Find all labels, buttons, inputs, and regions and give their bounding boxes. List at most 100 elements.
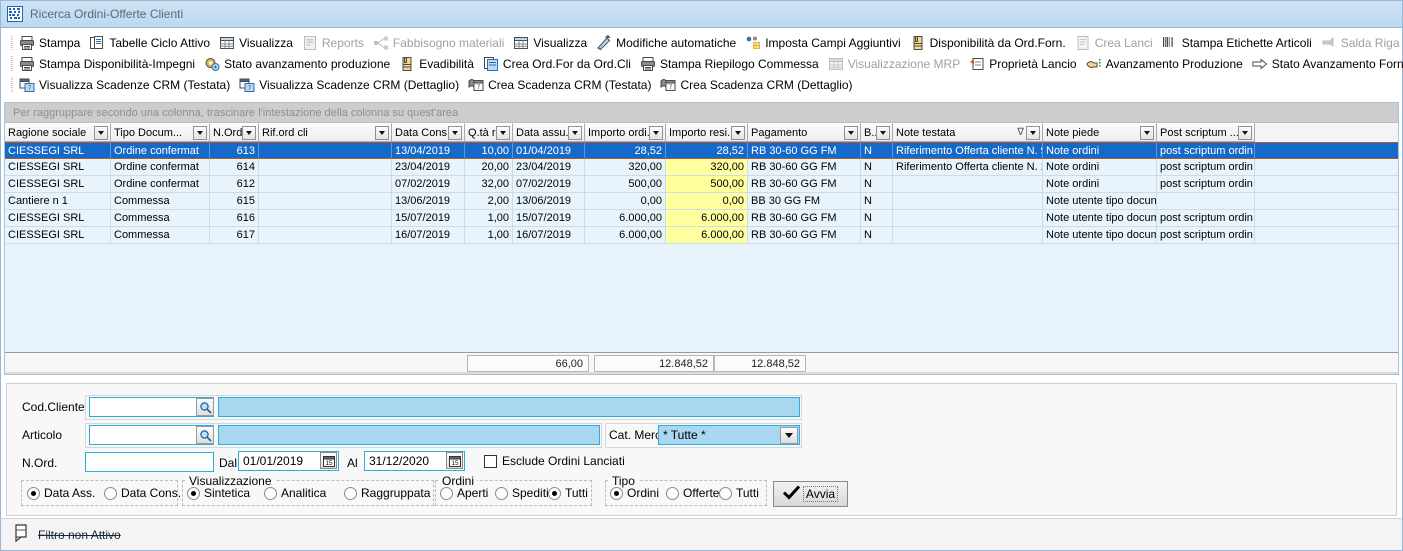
column-header-ragione-sociale[interactable]: Ragione sociale [5,123,111,142]
column-header-b[interactable]: B.. [861,123,893,142]
column-filter-dropdown-icon[interactable] [568,125,582,140]
column-header-importo-ordi[interactable]: Importo ordi... [585,123,666,142]
column-filter-dropdown-icon[interactable] [193,125,207,140]
cell-note-testata[interactable]: Riferimento Offerta cliente N. 12 [893,159,1043,175]
column-header-n-ord[interactable]: N.Ord. [210,123,259,142]
table-row[interactable]: CIESSEGI SRL Commessa 617 16/07/2019 1,00 16/… [5,227,1398,244]
column-header-post-scriptum[interactable]: Post scriptum ... [1157,123,1255,142]
cell-q-t-r[interactable]: 32,00 [465,176,513,192]
table-row[interactable]: CIESSEGI SRL Ordine confermat 614 23/04/201… [5,159,1398,176]
cell-post-scriptum[interactable]: post scriptum ordin [1157,176,1255,192]
cell-n-ord[interactable]: 616 [210,210,259,226]
toolbar-button-visualizza-scadenze-crm-testata[interactable]: 7 Visualizza Scadenze CRM (Testata) [19,77,230,93]
cell-data-cons[interactable]: 07/02/2019 [392,176,465,192]
radio-analitica[interactable]: Analitica [264,486,326,500]
column-filter-dropdown-icon[interactable] [1140,125,1154,140]
table-row[interactable]: CIESSEGI SRL Ordine confermat 612 07/02/201… [5,176,1398,193]
articolo-search-lookup-icon[interactable] [196,426,214,444]
toolbar-button-stampa-etichette-articoli[interactable]: Stampa Etichette Articoli [1162,35,1312,51]
radio-data-cons[interactable]: Data Cons. [104,486,181,500]
cell-post-scriptum[interactable] [1157,193,1255,209]
cell-note-piede[interactable]: Note utente tipo docum [1043,210,1157,226]
cell-rif-ord-cli[interactable] [259,159,392,175]
cell-data-assu[interactable]: 15/07/2019 [513,210,585,226]
table-row[interactable]: Cantiere n 1 Commessa 615 13/06/2019 2,00 13/… [5,193,1398,210]
radio-sintetica[interactable]: Sintetica [187,486,250,500]
cell-importo-ordi[interactable]: 28,52 [585,143,666,158]
toolbar-button-stato-avanzamento-forniture[interactable]: Stato Avanzamento Forniture [1252,56,1403,72]
cell-post-scriptum[interactable]: post scriptum ordin [1157,143,1255,158]
cell-pagamento[interactable]: BB 30 GG FM [748,193,861,209]
cell-b[interactable]: N [861,227,893,243]
n-ord-input[interactable] [85,452,214,472]
column-filter-dropdown-icon[interactable] [1238,125,1252,140]
cell-rif-ord-cli[interactable] [259,227,392,243]
cell-note-piede[interactable]: Note utente tipo docun [1043,193,1157,209]
cell-q-t-r[interactable]: 20,00 [465,159,513,175]
calendar-icon[interactable]: 15 [320,452,337,469]
cell-importo-resi[interactable]: 6.000,00 [666,210,748,226]
cell-b[interactable]: N [861,210,893,226]
cat-merc-select[interactable]: * Tutte * [658,425,800,445]
articolo-description[interactable] [218,425,600,445]
toolbar-button-avanzamento-produzione[interactable]: Avanzamento Produzione [1086,56,1243,72]
column-header-note-piede[interactable]: Note piede [1043,123,1157,142]
column-header-data-assu[interactable]: Data assu... [513,123,585,142]
cell-note-testata[interactable]: Riferimento Offerta cliente N. 91 [893,143,1043,158]
cell-importo-resi[interactable]: 6.000,00 [666,227,748,243]
search-lookup-icon[interactable] [196,398,214,416]
cell-rif-ord-cli[interactable] [259,193,392,209]
toolbar-button-visualizza-scadenze-crm-dettaglio[interactable]: 7 Visualizza Scadenze CRM (Dettaglio) [239,77,459,93]
cell-q-t-r[interactable]: 2,00 [465,193,513,209]
esclude-ordini-lanciati-checkbox[interactable]: Esclude Ordini Lanciati [484,454,625,468]
cell-note-testata[interactable] [893,176,1043,192]
cell-rif-ord-cli[interactable] [259,210,392,226]
radio-tutti-ordini[interactable]: Tutti [548,486,588,500]
cell-importo-ordi[interactable]: 6.000,00 [585,210,666,226]
column-filter-dropdown-icon[interactable] [448,125,462,140]
cell-note-piede[interactable]: Note ordini [1043,159,1157,175]
column-filter-dropdown-icon[interactable] [242,125,256,140]
cell-pagamento[interactable]: RB 30-60 GG FM [748,176,861,192]
cell-data-assu[interactable]: 01/04/2019 [513,143,585,158]
chevron-down-icon[interactable] [780,427,798,444]
cell-q-t-r[interactable]: 1,00 [465,210,513,226]
cell-q-t-r[interactable]: 1,00 [465,227,513,243]
cell-tipo-docum[interactable]: Commessa [111,210,210,226]
cell-ragione-sociale[interactable]: CIESSEGI SRL [5,159,111,175]
cell-note-testata[interactable] [893,193,1043,209]
column-header-tipo-docum[interactable]: Tipo Docum... [111,123,210,142]
cell-ragione-sociale[interactable]: Cantiere n 1 [5,193,111,209]
cell-data-cons[interactable]: 13/06/2019 [392,193,465,209]
cell-importo-ordi[interactable]: 0,00 [585,193,666,209]
table-row[interactable]: CIESSEGI SRL Commessa 616 15/07/2019 1,00 15/… [5,210,1398,227]
cell-data-assu[interactable]: 23/04/2019 [513,159,585,175]
cell-tipo-docum[interactable]: Ordine confermat [111,176,210,192]
toolbar-button-disponibilit-da-ord-forn[interactable]: Disponibilità da Ord.Forn. [910,35,1066,51]
cell-b[interactable]: N [861,176,893,192]
radio-raggruppata[interactable]: Raggruppata [344,486,430,500]
column-filter-dropdown-icon[interactable] [94,125,108,140]
cell-importo-ordi[interactable]: 500,00 [585,176,666,192]
column-header-rif-ord-cli[interactable]: Rif.ord cli [259,123,392,142]
column-filter-dropdown-icon[interactable] [844,125,858,140]
column-header-note-testata[interactable]: Note testata ∇ [893,123,1043,142]
column-filter-dropdown-icon[interactable] [496,125,510,140]
cell-b[interactable]: N [861,193,893,209]
column-filter-dropdown-icon[interactable] [375,125,389,140]
cell-post-scriptum[interactable]: post scriptum ordin [1157,159,1255,175]
avvia-button[interactable]: Avvia [773,481,848,507]
cell-post-scriptum[interactable]: post scriptum ordin [1157,227,1255,243]
radio-ordini[interactable]: Ordini [610,486,659,500]
cell-rif-ord-cli[interactable] [259,176,392,192]
cell-importo-resi[interactable]: 320,00 [666,159,748,175]
cell-data-assu[interactable]: 07/02/2019 [513,176,585,192]
toolbar-button-imposta-campi-aggiuntivi[interactable]: Imposta Campi Aggiuntivi [745,35,901,51]
cell-note-testata[interactable] [893,227,1043,243]
cell-pagamento[interactable]: RB 30-60 GG FM [748,143,861,158]
toolbar-button-tabelle-ciclo-attivo[interactable]: Tabelle Ciclo Attivo [89,35,210,51]
toolbar-button-propriet-lancio[interactable]: Proprietà Lancio [969,56,1077,72]
cell-data-cons[interactable]: 16/07/2019 [392,227,465,243]
cell-tipo-docum[interactable]: Ordine confermat [111,143,210,158]
cell-note-testata[interactable] [893,210,1043,226]
